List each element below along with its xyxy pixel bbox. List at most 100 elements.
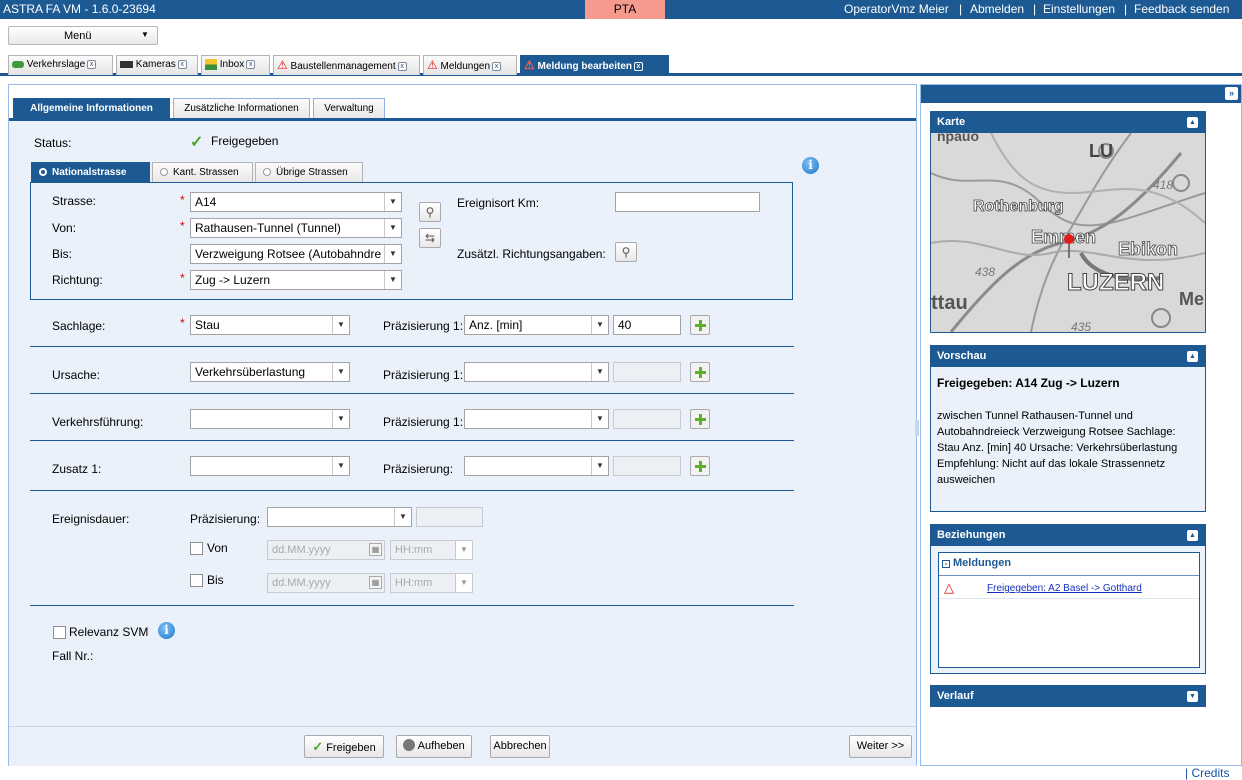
tab-label: Meldung bearbeiten bbox=[537, 61, 632, 72]
feedback-link[interactable]: Feedback senden bbox=[1134, 2, 1229, 16]
swap-icon[interactable]: ⇆ bbox=[419, 228, 441, 248]
tab-kameras[interactable]: Kameras x bbox=[116, 55, 198, 75]
splitter-handle[interactable] bbox=[915, 420, 919, 436]
collapse-icon[interactable]: » bbox=[1225, 87, 1238, 100]
info-icon[interactable]: i bbox=[802, 157, 819, 174]
close-icon[interactable]: x bbox=[397, 61, 407, 71]
tab-label: Nationalstrasse bbox=[52, 167, 127, 178]
ursache-label: Ursache: bbox=[52, 368, 101, 382]
search-icon[interactable]: ⚲ bbox=[615, 242, 637, 262]
bis-checkbox-label: Bis bbox=[207, 573, 224, 587]
praezisierung-select[interactable]: ▼ bbox=[464, 409, 609, 429]
select-value: Verzweigung Rotsee (Autobahndre bbox=[195, 247, 382, 261]
strasse-select[interactable]: A14 ▼ bbox=[190, 192, 402, 212]
praezisierung-select[interactable]: ▼ bbox=[464, 456, 609, 476]
expand-icon[interactable]: ▼ bbox=[1187, 691, 1198, 702]
collapse-icon[interactable]: ▲ bbox=[1187, 351, 1198, 362]
close-icon[interactable]: x bbox=[177, 59, 187, 69]
weiter-button[interactable]: Weiter >> bbox=[849, 735, 912, 758]
tab-label: Verkehrslage bbox=[26, 59, 86, 70]
related-meldung-link[interactable]: Freigegeben: A2 Basel -> Gotthard bbox=[987, 583, 1142, 594]
map-label: npauo bbox=[937, 133, 979, 144]
praezisierung-select[interactable]: ▼ bbox=[464, 362, 609, 382]
add-icon[interactable] bbox=[690, 456, 710, 476]
tab-meldungen[interactable]: ⚠ Meldungen x bbox=[423, 55, 517, 75]
relevanz-svm-checkbox[interactable] bbox=[53, 626, 66, 639]
abbrechen-button[interactable]: Abbrechen bbox=[490, 735, 550, 758]
divider bbox=[30, 393, 794, 394]
panel-header: Vorschau ▲ bbox=[931, 346, 1205, 367]
von-checkbox[interactable] bbox=[190, 542, 203, 555]
praezisierung-value-input[interactable]: 40 bbox=[613, 315, 681, 335]
collapse-icon[interactable]: ▲ bbox=[1187, 117, 1198, 128]
separator: | bbox=[1033, 2, 1037, 16]
divider bbox=[30, 346, 794, 347]
ursache-select[interactable]: Verkehrsüberlastung ▼ bbox=[190, 362, 350, 382]
tab-allgemeine-informationen[interactable]: Allgemeine Informationen bbox=[13, 98, 170, 120]
settings-link[interactable]: Einstellungen bbox=[1043, 2, 1115, 16]
ereignisort-km-input[interactable] bbox=[615, 192, 760, 212]
menu-button[interactable]: Menü ▼ bbox=[8, 26, 158, 45]
tab-verwaltung[interactable]: Verwaltung bbox=[313, 98, 385, 120]
von-select[interactable]: Rathausen-Tunnel (Tunnel) ▼ bbox=[190, 218, 402, 238]
map-view[interactable]: npauo LU Rothenburg Emmen Ebikon LUZERN … bbox=[931, 133, 1205, 332]
bis-select[interactable]: Verzweigung Rotsee (Autobahndre ▼ bbox=[190, 244, 402, 264]
panel-header: Karte ▲ bbox=[931, 112, 1205, 133]
placeholder: HH:mm bbox=[395, 544, 433, 556]
bis-date-input[interactable]: dd.MM.yyyy ▦ bbox=[267, 573, 385, 593]
collapse-icon[interactable]: ▲ bbox=[1187, 530, 1198, 541]
zusatz1-select[interactable]: ▼ bbox=[190, 456, 350, 476]
calendar-icon[interactable]: ▦ bbox=[369, 543, 382, 556]
tab-kant-strassen[interactable]: Kant. Strassen bbox=[152, 162, 253, 182]
logout-link[interactable]: Abmelden bbox=[970, 2, 1024, 16]
user-link-name[interactable]: OperatorVmz Meier bbox=[844, 2, 949, 16]
separator: | bbox=[959, 2, 963, 16]
richtung-label: Richtung: bbox=[52, 273, 103, 287]
tab-inbox[interactable]: Inbox x bbox=[201, 55, 270, 75]
praezisierung-value-input[interactable] bbox=[613, 409, 681, 429]
von-checkbox-label: Von bbox=[207, 541, 228, 555]
aufheben-button[interactable]: Aufheben bbox=[396, 735, 472, 758]
praezisierung-label: Präzisierung 1: bbox=[383, 415, 464, 429]
vorschau-panel: Vorschau ▲ Freigegeben: A14 Zug -> Luzern… bbox=[930, 345, 1206, 512]
ereignisdauer-value-input[interactable] bbox=[416, 507, 483, 527]
von-time-select[interactable]: HH:mm ▼ bbox=[390, 540, 473, 560]
tab-uebrige-strassen[interactable]: Übrige Strassen bbox=[255, 162, 363, 182]
close-icon[interactable]: x bbox=[87, 59, 97, 69]
chevron-down-icon: ▼ bbox=[384, 245, 401, 263]
praezisierung-value-input[interactable] bbox=[613, 456, 681, 476]
bis-checkbox[interactable] bbox=[190, 574, 203, 587]
tab-verkehrslage[interactable]: Verkehrslage x bbox=[8, 55, 113, 75]
add-icon[interactable] bbox=[690, 409, 710, 429]
info-icon[interactable]: i bbox=[158, 622, 175, 639]
chevron-down-icon: ▼ bbox=[591, 410, 608, 428]
praezisierung-select[interactable]: Anz. [min] ▼ bbox=[464, 315, 609, 335]
credits-link[interactable]: | Credits bbox=[1185, 766, 1229, 780]
sachlage-select[interactable]: Stau ▼ bbox=[190, 315, 350, 335]
praezisierung-value-input[interactable] bbox=[613, 362, 681, 382]
collapse-tree-icon[interactable]: - bbox=[942, 560, 950, 568]
tree-group[interactable]: - Meldungen bbox=[942, 557, 1011, 569]
select-value: Verkehrsüberlastung bbox=[195, 365, 306, 379]
verkehrsfuehrung-select[interactable]: ▼ bbox=[190, 409, 350, 429]
tab-baustellenmanagement[interactable]: ⚠ Baustellenmanagement x bbox=[273, 55, 420, 75]
close-icon[interactable]: x bbox=[634, 61, 643, 71]
tab-nationalstrasse[interactable]: Nationalstrasse bbox=[31, 162, 150, 182]
environment-badge: PTA bbox=[585, 0, 665, 19]
close-icon[interactable]: x bbox=[246, 59, 256, 69]
select-value: Rathausen-Tunnel (Tunnel) bbox=[195, 221, 341, 235]
bis-time-select[interactable]: HH:mm ▼ bbox=[390, 573, 473, 593]
von-date-input[interactable]: dd.MM.yyyy ▦ bbox=[267, 540, 385, 560]
tab-zusaetzliche-informationen[interactable]: Zusätzliche Informationen bbox=[173, 98, 310, 120]
tab-meldung-bearbeiten[interactable]: ⚠ Meldung bearbeiten x bbox=[520, 55, 669, 75]
richtung-select[interactable]: Zug -> Luzern ▼ bbox=[190, 270, 402, 290]
add-icon[interactable] bbox=[690, 362, 710, 382]
add-icon[interactable] bbox=[690, 315, 710, 335]
calendar-icon[interactable]: ▦ bbox=[369, 576, 382, 589]
close-icon[interactable]: x bbox=[492, 61, 502, 71]
chevron-down-icon: ▼ bbox=[332, 316, 349, 334]
search-icon[interactable]: ⚲ bbox=[419, 202, 441, 222]
freigeben-button[interactable]: ✓ Freigeben bbox=[304, 735, 384, 758]
tab-label: Meldungen bbox=[440, 61, 491, 72]
ereignisdauer-select[interactable]: ▼ bbox=[267, 507, 412, 527]
